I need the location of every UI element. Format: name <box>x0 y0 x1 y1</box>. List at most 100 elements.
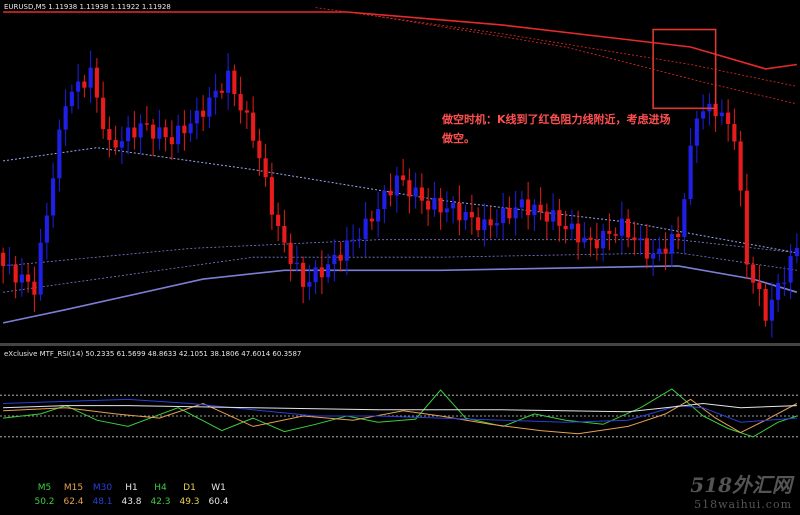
candle-body <box>701 111 706 119</box>
candle-body <box>51 178 56 216</box>
candle-body <box>563 225 568 230</box>
candle-body <box>538 204 543 212</box>
bear-candle <box>588 227 593 257</box>
candle-body <box>751 264 756 283</box>
candle-body <box>119 141 124 148</box>
bull-candle <box>601 223 606 262</box>
bull-candle <box>682 193 687 254</box>
candle-body <box>282 226 287 243</box>
bear-candle <box>288 233 293 282</box>
bear-candle <box>144 105 149 131</box>
bull-candle <box>76 64 81 110</box>
candle-body <box>263 158 268 178</box>
bull-candle <box>363 201 368 257</box>
bear-candle <box>301 256 306 304</box>
candle-body <box>301 262 306 287</box>
candle-body <box>532 204 537 216</box>
bear-candle <box>263 143 268 187</box>
bull-candle <box>351 224 356 257</box>
bull-candle <box>57 119 62 192</box>
candle-body <box>363 218 368 239</box>
candle-body <box>176 125 181 145</box>
bull-candle <box>569 209 574 241</box>
candle-body <box>107 129 112 140</box>
bull-candle <box>707 93 712 126</box>
candle-body <box>357 239 362 241</box>
candle-body <box>588 237 593 240</box>
bull-candle <box>138 114 143 155</box>
candle-body <box>601 230 606 249</box>
candle-body <box>57 129 62 179</box>
support-band-middle <box>3 252 797 293</box>
candle-body <box>338 254 343 261</box>
bear-candle <box>457 185 462 236</box>
candle-body <box>651 253 656 259</box>
candle-body <box>594 239 599 249</box>
timeframe-m5: M5 50.2 <box>30 481 59 509</box>
candle-body <box>1 252 6 266</box>
candle-body <box>88 67 93 88</box>
candle-body <box>213 90 218 98</box>
candle-body <box>444 208 449 213</box>
timeframe-value: 48.1 <box>92 497 113 507</box>
candle-body <box>82 81 87 88</box>
timeframe-name: H1 <box>125 483 138 493</box>
bear-candle <box>163 119 168 152</box>
candle-body <box>419 187 424 201</box>
candle-body <box>788 256 793 283</box>
candle-body <box>157 127 162 139</box>
candle-body <box>138 123 143 138</box>
bull-candle <box>444 191 449 223</box>
bull-candle <box>694 110 699 163</box>
bull-candle <box>657 236 662 262</box>
candle-body <box>476 217 481 231</box>
bear-candle <box>257 128 262 176</box>
bull-candle <box>294 245 299 272</box>
bear-candle <box>238 76 243 124</box>
bear-candle <box>613 227 618 243</box>
candle-body <box>7 264 12 266</box>
candle-body <box>94 67 99 98</box>
candle-body <box>682 199 687 237</box>
timeframe-value: 60.4 <box>208 497 229 507</box>
candle-body <box>763 289 768 321</box>
candle-body <box>776 282 781 300</box>
bull-candle <box>213 73 218 115</box>
bear-candle <box>407 168 412 214</box>
candle-body <box>207 97 212 117</box>
timeframe-value: 50.2 <box>34 497 55 507</box>
candle-body <box>413 187 418 197</box>
bear-candle <box>169 120 174 160</box>
bear-candle <box>232 64 237 107</box>
candle-body <box>63 106 68 130</box>
rsi-indicator-title: eXclusive MTF_RSI(14) 50.2335 61.5699 48… <box>4 350 302 358</box>
candle-body <box>13 264 18 283</box>
bull-candle <box>719 99 724 125</box>
bull-candle <box>44 202 49 260</box>
candle-body <box>744 190 749 265</box>
timeframe-w1: W1 60.4 <box>204 481 233 509</box>
timeframe-name: M5 <box>37 483 52 493</box>
candle-body <box>369 218 374 222</box>
candle-body <box>469 211 474 218</box>
candle-body <box>238 94 243 111</box>
candle-body <box>326 264 331 278</box>
bull-candle <box>63 89 68 147</box>
bear-candle <box>438 188 443 230</box>
candle-body <box>526 199 531 216</box>
bull-candle <box>126 115 131 155</box>
timeframe-h1: H1 43.8 <box>117 481 146 509</box>
bear-candle <box>151 118 156 157</box>
bear-candle <box>469 194 474 235</box>
candle-body <box>19 274 24 283</box>
candle-body <box>244 110 249 113</box>
bear-candle <box>763 283 768 327</box>
resistance-line <box>3 11 798 70</box>
bear-candle <box>82 74 87 98</box>
bear-candle <box>607 213 612 251</box>
candle-body <box>569 223 574 230</box>
bear-candle <box>488 206 493 239</box>
candle-body <box>582 237 587 243</box>
bear-candle <box>744 173 749 279</box>
candle-body <box>126 127 131 142</box>
